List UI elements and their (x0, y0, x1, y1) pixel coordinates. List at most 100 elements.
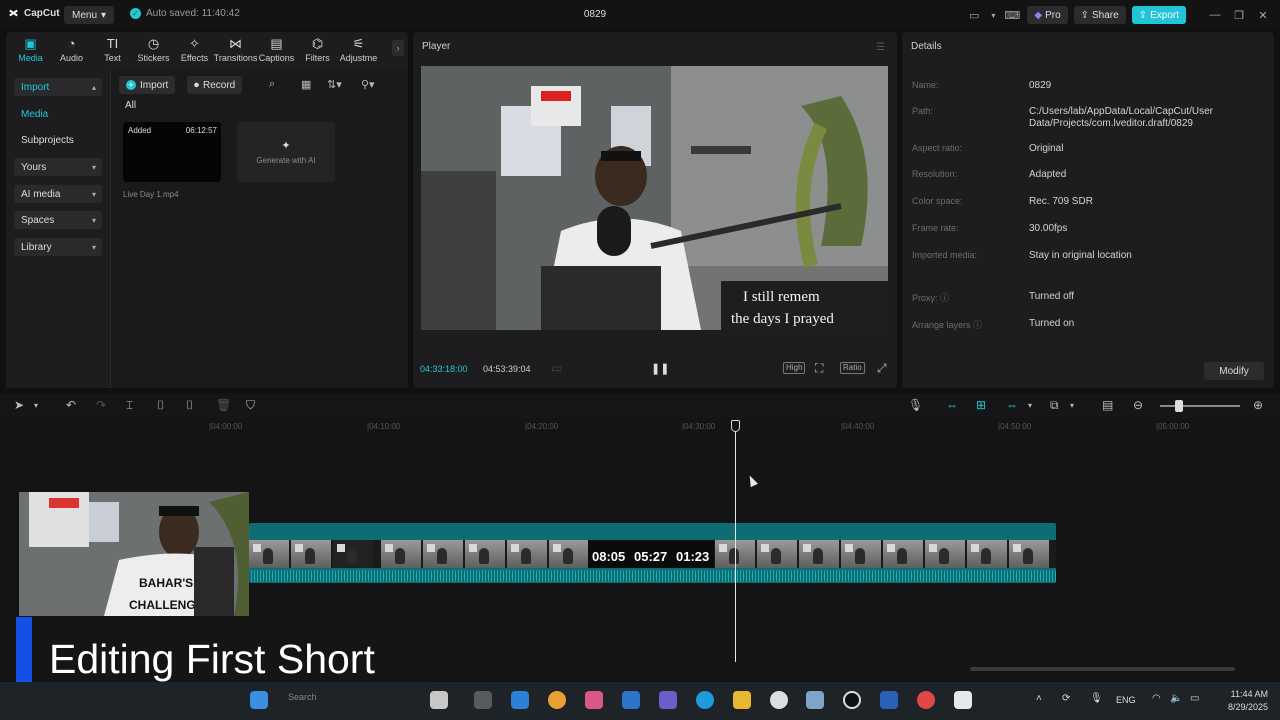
share-button[interactable]: ⇪ Share (1073, 6, 1126, 24)
sidebar-item-yours[interactable]: Yours ▾ (14, 158, 102, 176)
sync-icon[interactable]: ⟳ (1062, 693, 1070, 704)
tab-stickers[interactable]: ◷ Stickers (133, 32, 174, 68)
clock-time: 11:44 AM (1230, 689, 1268, 699)
filter-icon[interactable]: ⚲▾ (361, 78, 375, 91)
preview-axis-icon[interactable]: ⧉ (1050, 398, 1059, 413)
chatgpt-icon[interactable] (770, 691, 788, 709)
search-icon[interactable]: ⌕ (269, 78, 275, 91)
tabs-scroll-right-icon[interactable]: › (392, 40, 404, 56)
linkage-icon[interactable]: ⇔ (1006, 398, 1018, 412)
word-icon[interactable] (880, 691, 898, 709)
record-button[interactable]: ⏺ Record (187, 76, 243, 94)
close-icon[interactable]: ✕ (1254, 7, 1272, 23)
timecode-toggle-icon[interactable]: ▭ (551, 361, 562, 375)
tab-adjustment[interactable]: ⚟ Adjustme (338, 32, 379, 68)
battery-icon[interactable]: ▭ (1190, 693, 1199, 704)
sidebar-item-spaces[interactable]: Spaces ▾ (14, 211, 102, 229)
menu-icon[interactable]: ☰ (876, 42, 885, 53)
total-timecode: 04:53:39:04 (483, 364, 531, 374)
delete-left-icon[interactable]: ⌷ (157, 398, 164, 413)
volume-icon[interactable]: 🔈 (1170, 693, 1182, 704)
teams-icon[interactable] (659, 691, 677, 709)
sidebar-item-ai-media[interactable]: AI media ▾ (14, 185, 102, 203)
store-icon[interactable] (622, 691, 640, 709)
chevron-down-icon[interactable]: ▾ (34, 401, 38, 410)
maximize-icon[interactable]: ❐ (1230, 7, 1248, 23)
microphone-icon[interactable]: 🎙 (908, 398, 923, 412)
undo-icon[interactable]: ↶ (66, 398, 76, 412)
delete-right-icon[interactable]: ⌷ (186, 398, 193, 413)
layout-icon[interactable]: ▭ (965, 7, 983, 23)
chrome-profile-icon[interactable] (917, 691, 935, 709)
timeline-horizontal-scrollbar[interactable] (970, 667, 1235, 671)
zoom-slider-handle[interactable] (1175, 400, 1183, 412)
category-tabs: ▣ Media ◔ Audio TI Text ◷ Stickers ✧ Effects … (6, 32, 408, 68)
main-track-magnet-icon[interactable]: ⇔ (946, 398, 958, 412)
playhead-line[interactable] (735, 428, 736, 662)
playhead-handle[interactable] (731, 420, 740, 432)
sidebar-item-media[interactable]: Media (14, 105, 102, 123)
media-player-icon[interactable] (843, 691, 861, 709)
generate-with-ai-button[interactable]: ✦ Generate with AI (237, 122, 335, 182)
shield-icon[interactable]: ⛉ (246, 398, 255, 413)
export-label: Export (1150, 9, 1179, 21)
chevron-down-icon[interactable]: ▾ (1070, 401, 1074, 410)
system-clock[interactable]: 11:44 AM 8/29/2025 (1228, 688, 1268, 714)
capcut-taskbar-icon[interactable] (954, 691, 972, 709)
tab-text[interactable]: TI Text (92, 32, 133, 68)
tab-captions[interactable]: ▤ Captions (256, 32, 297, 68)
pro-button[interactable]: ◆ Pro (1027, 6, 1068, 24)
zoom-out-icon[interactable]: ⊖ (1133, 398, 1143, 412)
outlook-icon[interactable] (511, 691, 529, 709)
language-indicator[interactable]: ENG (1116, 695, 1136, 705)
tab-audio[interactable]: ◔ Audio (51, 32, 92, 68)
edge-icon[interactable] (696, 691, 714, 709)
copilot-icon[interactable] (585, 691, 603, 709)
chevron-down-icon[interactable]: ▾ (989, 7, 997, 23)
export-button[interactable]: ⇧ Export (1131, 6, 1186, 24)
fullscreen-icon[interactable]: ⤢ (877, 361, 887, 376)
folder-icon[interactable] (733, 691, 751, 709)
video-preview[interactable]: I still remem the days I prayed (421, 66, 888, 330)
tab-label: Media (18, 53, 43, 63)
sort-icon[interactable]: ⇅▾ (327, 78, 342, 91)
minimize-icon[interactable]: — (1206, 7, 1224, 23)
chevron-up-icon[interactable]: ˄ (1036, 693, 1042, 704)
chrome-icon[interactable] (548, 691, 566, 709)
auto-snap-icon[interactable]: ⊞ (976, 398, 986, 412)
modify-button[interactable]: Modify (1204, 362, 1264, 380)
tab-filters[interactable]: ⌬ Filters (297, 32, 338, 68)
file-icon[interactable] (474, 691, 492, 709)
app-icon[interactable] (430, 691, 448, 709)
chevron-down-icon[interactable]: ▾ (1028, 401, 1032, 410)
split-icon[interactable]: ⌶ (126, 398, 133, 413)
windows-start-icon[interactable] (250, 691, 268, 709)
title-bar: CapCut Menu ▾ ✓ Auto saved: 11:40:42 082… (0, 0, 1280, 30)
settings-icon[interactable] (806, 691, 824, 709)
tab-effects[interactable]: ✧ Effects (174, 32, 215, 68)
grid-view-icon[interactable]: ▦ (301, 78, 311, 91)
media-clip-thumbnail[interactable]: Added 06:12:57 (123, 122, 221, 182)
timeline-ruler[interactable]: |04:00:00 |04:10:00 |04:20:00 |04:30:00 … (0, 418, 1280, 436)
tab-transitions[interactable]: ⋈ Transitions (214, 32, 258, 68)
pause-button[interactable]: ❚❚ (651, 362, 669, 375)
shortcuts-icon[interactable]: ⌨ (1003, 7, 1021, 23)
import-button[interactable]: + Import (119, 76, 176, 94)
select-tool-icon[interactable]: ➤ (14, 398, 24, 412)
zoom-in-icon[interactable]: ⊕ (1253, 398, 1263, 412)
sidebar-item-subprojects[interactable]: Subprojects (14, 131, 102, 149)
redo-icon[interactable]: ↷ (96, 398, 106, 412)
fit-screen-icon[interactable]: ⛶ (815, 361, 823, 376)
pro-label: Pro (1045, 9, 1061, 21)
ratio-button[interactable]: Ratio (840, 362, 865, 374)
caption-track-icon[interactable]: ▤ (1102, 398, 1113, 412)
tab-media[interactable]: ▣ Media (10, 32, 51, 68)
zoom-slider-track[interactable] (1160, 405, 1240, 407)
trash-icon[interactable]: 🗑 (216, 398, 231, 412)
wifi-icon[interactable]: ◠ (1152, 693, 1161, 704)
quality-button[interactable]: High (783, 362, 806, 374)
taskbar-search[interactable]: Search (288, 692, 317, 702)
sidebar-item-import[interactable]: Import ▴ (14, 78, 102, 96)
sidebar-item-library[interactable]: Library ▾ (14, 238, 102, 256)
microphone-icon[interactable]: 🎙 (1090, 693, 1103, 704)
